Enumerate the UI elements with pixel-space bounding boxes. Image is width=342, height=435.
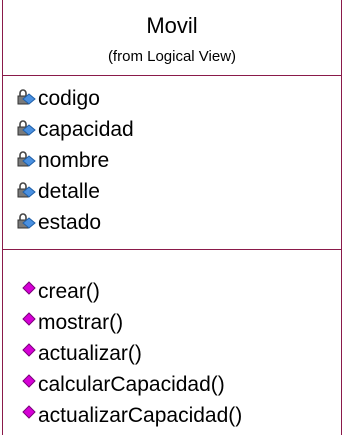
operation-row[interactable]: actualizarCapacidad() [22, 401, 242, 431]
public-operation-icon [22, 281, 36, 295]
public-operation-icon [22, 405, 36, 419]
private-attribute-icon [17, 213, 36, 229]
private-attribute-icon [17, 89, 36, 105]
attribute-row[interactable]: nombre [16, 146, 109, 176]
private-attribute-icon [17, 182, 36, 198]
operation-name: calcularCapacidad() [38, 373, 225, 396]
attribute-name: detalle [38, 180, 100, 203]
operation-name: mostrar() [38, 311, 124, 334]
public-operation-icon [22, 312, 36, 326]
attributes-compartment: codigo capacidad nombre detalle estado [3, 76, 341, 250]
public-operation-icon [22, 343, 36, 357]
class-name: Movil [146, 13, 198, 38]
attribute-row[interactable]: codigo [16, 84, 100, 114]
operation-name: crear() [38, 280, 100, 303]
operation-name: actualizarCapacidad() [38, 404, 243, 427]
uml-class-box[interactable]: Movil (from Logical View) codigo capacid… [2, 0, 342, 435]
class-stereotype: (from Logical View) [107, 48, 237, 65]
operation-row[interactable]: crear() [22, 277, 100, 307]
operation-name: actualizar() [38, 342, 142, 365]
attribute-name: capacidad [38, 118, 134, 141]
class-header: Movil (from Logical View) [3, 0, 341, 76]
attribute-row[interactable]: capacidad [16, 115, 134, 145]
private-attribute-icon [17, 120, 36, 136]
operation-row[interactable]: calcularCapacidad() [22, 370, 225, 400]
attribute-name: nombre [38, 149, 110, 172]
private-attribute-icon [17, 151, 36, 167]
attribute-row[interactable]: detalle [16, 177, 100, 207]
attribute-name: codigo [38, 87, 100, 110]
attribute-name: estado [38, 211, 102, 234]
operations-compartment: crear() mostrar() actualizar() calcularC… [3, 250, 341, 435]
operation-row[interactable]: mostrar() [22, 308, 123, 338]
operation-row[interactable]: actualizar() [22, 339, 142, 369]
attribute-row[interactable]: estado [16, 208, 101, 238]
public-operation-icon [22, 374, 36, 388]
